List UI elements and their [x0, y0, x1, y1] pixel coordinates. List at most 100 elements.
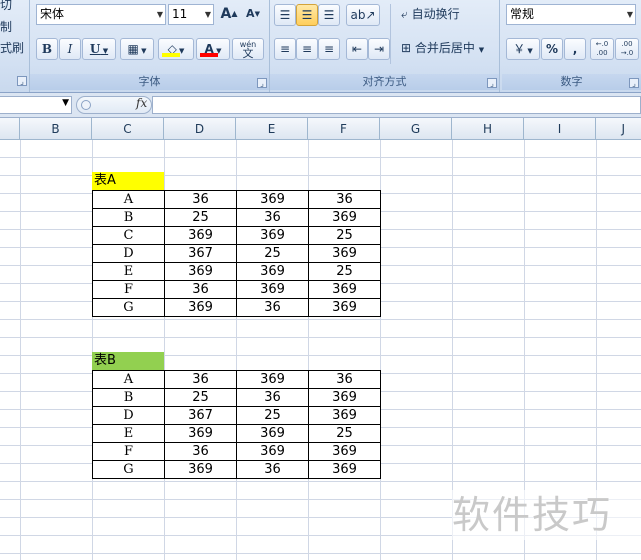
value-cell[interactable]: 369	[236, 442, 309, 461]
decrease-indent-button[interactable]: ⇤	[346, 38, 368, 60]
font-color-button[interactable]: A ▼	[196, 38, 230, 60]
value-cell[interactable]: 36	[236, 298, 309, 317]
value-cell[interactable]: 25	[236, 244, 309, 263]
insert-function-button[interactable]: fx	[136, 96, 147, 110]
resize-handle-icon[interactable]	[81, 100, 91, 110]
row-key-cell[interactable]: A	[92, 370, 165, 389]
column-header-e[interactable]: E	[236, 118, 308, 140]
value-cell[interactable]: 25	[164, 208, 237, 227]
column-header-g[interactable]: G	[380, 118, 452, 140]
row-key-cell[interactable]: G	[92, 298, 165, 317]
align-left-button[interactable]: ≡	[274, 38, 296, 60]
underline-button[interactable]: U ▼	[82, 38, 116, 60]
value-cell[interactable]: 369	[164, 460, 237, 479]
value-cell[interactable]: 369	[308, 460, 381, 479]
value-cell[interactable]: 25	[308, 262, 381, 281]
value-cell[interactable]: 369	[236, 370, 309, 389]
font-launcher-icon[interactable]: ⌟	[257, 78, 267, 88]
value-cell[interactable]: 36	[164, 442, 237, 461]
value-cell[interactable]: 369	[308, 442, 381, 461]
bold-button[interactable]: B	[36, 38, 58, 60]
percent-button[interactable]: %	[541, 38, 563, 60]
value-cell[interactable]: 369	[308, 298, 381, 317]
row-key-cell[interactable]: F	[92, 442, 165, 461]
value-cell[interactable]: 369	[164, 424, 237, 443]
value-cell[interactable]: 25	[236, 406, 309, 425]
value-cell[interactable]: 369	[236, 424, 309, 443]
value-cell[interactable]: 369	[236, 190, 309, 209]
chevron-down-icon[interactable]: ▼	[62, 98, 69, 108]
column-header-h[interactable]: H	[452, 118, 524, 140]
column-header-stub[interactable]	[0, 118, 20, 140]
name-box[interactable]: ▼	[0, 96, 72, 114]
row-key-cell[interactable]: E	[92, 262, 165, 281]
table-b-label[interactable]: 表B	[92, 352, 164, 370]
value-cell[interactable]: 25	[164, 388, 237, 407]
value-cell[interactable]: 369	[308, 208, 381, 227]
currency-button[interactable]: ￥ ▼	[506, 38, 540, 60]
value-cell[interactable]: 36	[236, 460, 309, 479]
increase-indent-button[interactable]: ⇥	[368, 38, 390, 60]
clipboard-launcher-icon[interactable]: ⌟	[17, 76, 27, 86]
align-middle-button[interactable]: ☰	[296, 4, 318, 26]
value-cell[interactable]: 367	[164, 244, 237, 263]
row-key-cell[interactable]: G	[92, 460, 165, 479]
value-cell[interactable]: 25	[308, 226, 381, 245]
value-cell[interactable]: 367	[164, 406, 237, 425]
increase-decimal-button[interactable]: ←.0 .00	[590, 38, 614, 60]
wrap-text-button[interactable]: ⤶ 自动换行	[398, 3, 496, 25]
value-cell[interactable]: 369	[308, 244, 381, 263]
comma-button[interactable]: ,	[564, 38, 586, 60]
font-name-dropdown[interactable]: 宋体 ▼	[36, 4, 166, 25]
row-key-cell[interactable]: F	[92, 280, 165, 299]
row-key-cell[interactable]: A	[92, 190, 165, 209]
format-painter-button[interactable]: 式刷	[0, 39, 24, 56]
row-key-cell[interactable]: C	[92, 226, 165, 245]
value-cell[interactable]: 369	[308, 280, 381, 299]
align-center-button[interactable]: ≡	[296, 38, 318, 60]
align-bottom-button[interactable]: ☰	[318, 4, 340, 26]
align-right-button[interactable]: ≡	[318, 38, 340, 60]
alignment-launcher-icon[interactable]: ⌟	[487, 78, 497, 88]
value-cell[interactable]: 25	[308, 424, 381, 443]
row-key-cell[interactable]: B	[92, 208, 165, 227]
decrease-decimal-button[interactable]: .00 →.0	[615, 38, 639, 60]
value-cell[interactable]: 36	[236, 388, 309, 407]
align-top-button[interactable]: ☰	[274, 4, 296, 26]
row-key-cell[interactable]: D	[92, 244, 165, 263]
copy-button[interactable]: 制	[0, 18, 12, 35]
column-header-i[interactable]: I	[524, 118, 596, 140]
value-cell[interactable]: 369	[236, 226, 309, 245]
column-header-f[interactable]: F	[308, 118, 380, 140]
table-a-label[interactable]: 表A	[92, 172, 164, 190]
number-launcher-icon[interactable]: ⌟	[629, 78, 639, 88]
value-cell[interactable]: 369	[308, 406, 381, 425]
value-cell[interactable]: 369	[308, 388, 381, 407]
value-cell[interactable]: 369	[236, 280, 309, 299]
phonetic-button[interactable]: wén 文	[232, 38, 264, 60]
value-cell[interactable]: 36	[164, 370, 237, 389]
value-cell[interactable]: 36	[164, 280, 237, 299]
font-size-dropdown[interactable]: 11 ▼	[168, 4, 214, 25]
fill-color-button[interactable]: ◇ ▼	[158, 38, 194, 60]
value-cell[interactable]: 369	[236, 262, 309, 281]
merge-center-button[interactable]: ⊞ 合并后居中 ▼	[398, 37, 496, 59]
border-button[interactable]: ▦ ▼	[120, 38, 154, 60]
orientation-button[interactable]: ab↗	[346, 4, 380, 26]
value-cell[interactable]: 369	[164, 298, 237, 317]
column-header-j[interactable]: J	[596, 118, 641, 140]
italic-button[interactable]: I	[59, 38, 81, 60]
row-key-cell[interactable]: D	[92, 406, 165, 425]
value-cell[interactable]: 36	[236, 208, 309, 227]
value-cell[interactable]: 369	[164, 226, 237, 245]
grow-font-button[interactable]: A▲	[218, 3, 240, 25]
value-cell[interactable]: 36	[164, 190, 237, 209]
row-key-cell[interactable]: E	[92, 424, 165, 443]
column-header-b[interactable]: B	[20, 118, 92, 140]
cut-button[interactable]: 切	[0, 0, 12, 13]
formula-input[interactable]	[152, 96, 641, 114]
shrink-font-button[interactable]: A▼	[242, 3, 264, 25]
value-cell[interactable]: 36	[308, 370, 381, 389]
value-cell[interactable]: 36	[308, 190, 381, 209]
value-cell[interactable]: 369	[164, 262, 237, 281]
